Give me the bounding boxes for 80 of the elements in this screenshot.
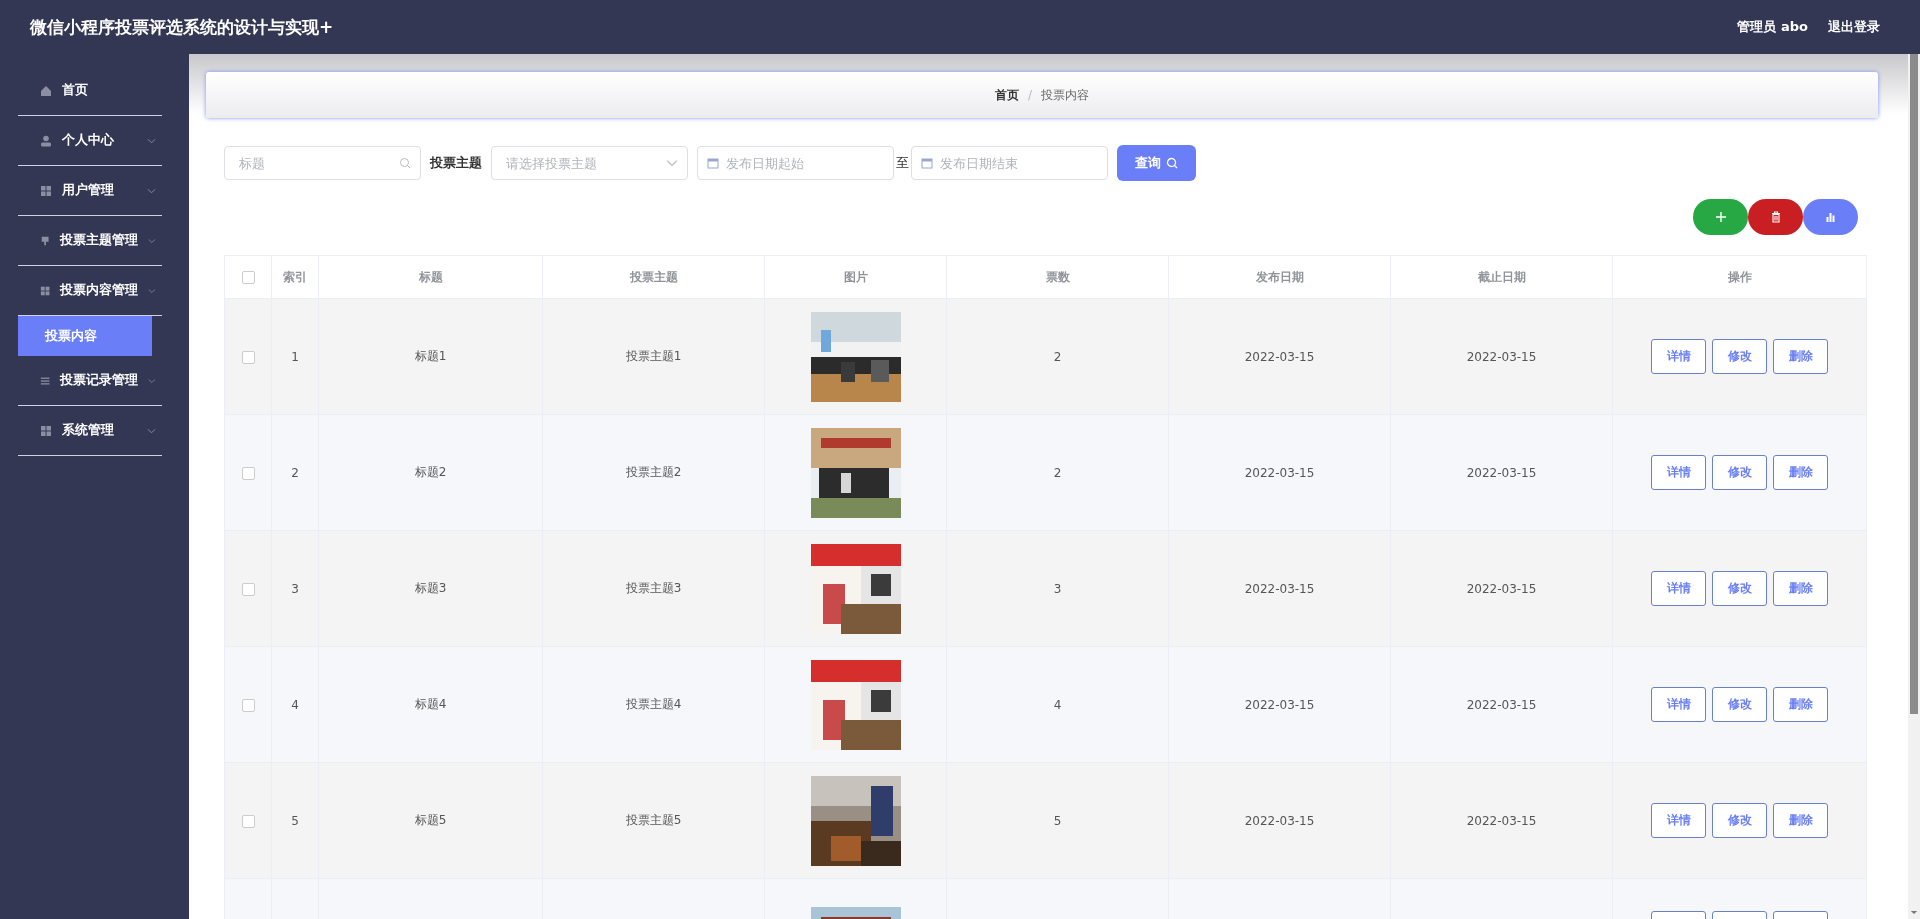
table-cell: 4 bbox=[946, 646, 1169, 763]
table-cell: 标题2 bbox=[318, 414, 543, 531]
table-cell: 2022-03-15 bbox=[1390, 762, 1613, 879]
column-header: 发布日期 bbox=[1168, 255, 1391, 299]
table-cell: 标题5 bbox=[318, 762, 543, 879]
logout-link[interactable]: 退出登录 bbox=[1828, 18, 1880, 36]
edit-button[interactable]: 修改 bbox=[1712, 571, 1767, 606]
delete-button[interactable]: 删除 bbox=[1773, 455, 1828, 490]
table-cell: 2022-03-15 bbox=[1168, 530, 1391, 647]
detail-button[interactable]: 详情 bbox=[1651, 455, 1706, 490]
start-date-field[interactable]: 发布日期起始 bbox=[697, 146, 894, 180]
edit-button[interactable]: 修改 bbox=[1712, 687, 1767, 722]
breadcrumb-link[interactable]: 投票内容 bbox=[1041, 86, 1089, 104]
menu-label: 投票内容管理 bbox=[60, 282, 139, 299]
table-cell: 2022-03-15 bbox=[1390, 298, 1613, 415]
column-header: 票数 bbox=[946, 255, 1169, 299]
menu-item[interactable]: 投票记录管理 bbox=[18, 356, 162, 406]
column-header: 截止日期 bbox=[1390, 255, 1613, 299]
table-cell: 2 bbox=[946, 414, 1169, 531]
delete-button[interactable]: 删除 bbox=[1773, 571, 1828, 606]
table-cell: 投票主题3 bbox=[542, 530, 765, 647]
table-cell: 2022-03-15 bbox=[1390, 414, 1613, 531]
table-cell: 2022-03-15 bbox=[1390, 646, 1613, 763]
app-title: 微信小程序投票评选系统的设计与实现+ bbox=[30, 15, 334, 39]
table-cell: 标题3 bbox=[318, 530, 543, 647]
table-cell: 2022-03-15 bbox=[1168, 298, 1391, 415]
breadcrumb-separator: / bbox=[1027, 88, 1032, 102]
edit-button[interactable]: 修改 bbox=[1712, 803, 1767, 838]
table-cell: 3 bbox=[946, 530, 1169, 647]
table-cell: 投票主题4 bbox=[542, 646, 765, 763]
topic-select[interactable]: 请选择投票主题 bbox=[491, 146, 688, 180]
menu-item[interactable]: 首页 bbox=[18, 66, 162, 116]
delete-button[interactable]: 删除 bbox=[1773, 687, 1828, 722]
table-cell: 2022-03-15 bbox=[1168, 646, 1391, 763]
table-cell: 投票主题1 bbox=[542, 298, 765, 415]
topic-label: 投票主题 bbox=[430, 154, 482, 172]
user-label: 管理员 abo bbox=[1737, 18, 1808, 36]
range-separator: 至 bbox=[896, 154, 909, 172]
table-cell: 5 bbox=[271, 762, 319, 879]
query-button[interactable]: 查询 bbox=[1117, 145, 1196, 181]
edit-button[interactable]: 修改 bbox=[1712, 339, 1767, 374]
detail-button[interactable]: 详情 bbox=[1651, 803, 1706, 838]
menu-label: 投票记录管理 bbox=[60, 372, 139, 389]
column-header: 索引 bbox=[271, 255, 319, 299]
table-cell: 标题1 bbox=[318, 298, 543, 415]
table-cell: 2022-03-15 bbox=[1168, 414, 1391, 531]
column-header: 操作 bbox=[1612, 255, 1867, 299]
table-cell: 投票主题5 bbox=[542, 762, 765, 879]
table-cell: 2 bbox=[946, 298, 1169, 415]
end-date-field[interactable]: 发布日期结束 bbox=[911, 146, 1108, 180]
detail-button[interactable]: 详情 bbox=[1651, 571, 1706, 606]
detail-button[interactable]: 详情 bbox=[1651, 687, 1706, 722]
edit-button[interactable]: 修改 bbox=[1712, 455, 1767, 490]
title-search-field[interactable]: 标题 bbox=[224, 146, 421, 180]
menu-item[interactable]: 投票主题管理 bbox=[18, 216, 162, 266]
breadcrumb-link[interactable]: 首页 bbox=[994, 86, 1019, 104]
table-cell: 5 bbox=[946, 762, 1169, 879]
table-cell: 4 bbox=[271, 646, 319, 763]
menu-item[interactable]: 个人中心 bbox=[18, 116, 162, 166]
delete-button[interactable]: 删除 bbox=[1773, 339, 1828, 374]
table-cell: 2 bbox=[271, 414, 319, 531]
column-header: 标题 bbox=[318, 255, 543, 299]
table-cell: 2022-03-15 bbox=[1168, 762, 1391, 879]
column-header: 图片 bbox=[764, 255, 947, 299]
menu-item[interactable]: 用户管理 bbox=[18, 166, 162, 216]
menu-label: 首页 bbox=[62, 82, 88, 99]
table-cell: 3 bbox=[271, 530, 319, 647]
submenu-item[interactable]: 投票内容 bbox=[18, 316, 152, 356]
menu-label: 个人中心 bbox=[62, 132, 114, 149]
table-cell: 1 bbox=[271, 298, 319, 415]
table-cell: 投票主题2 bbox=[542, 414, 765, 531]
menu-label: 投票主题管理 bbox=[60, 232, 139, 249]
table-cell: 标题4 bbox=[318, 646, 543, 763]
menu-label: 用户管理 bbox=[62, 182, 114, 199]
column-header: 投票主题 bbox=[542, 255, 765, 299]
menu-label: 系统管理 bbox=[62, 422, 114, 439]
detail-button[interactable]: 详情 bbox=[1651, 339, 1706, 374]
menu-item[interactable]: 系统管理 bbox=[18, 406, 162, 456]
table-cell: 2022-03-15 bbox=[1390, 530, 1613, 647]
delete-button[interactable]: 删除 bbox=[1773, 803, 1828, 838]
